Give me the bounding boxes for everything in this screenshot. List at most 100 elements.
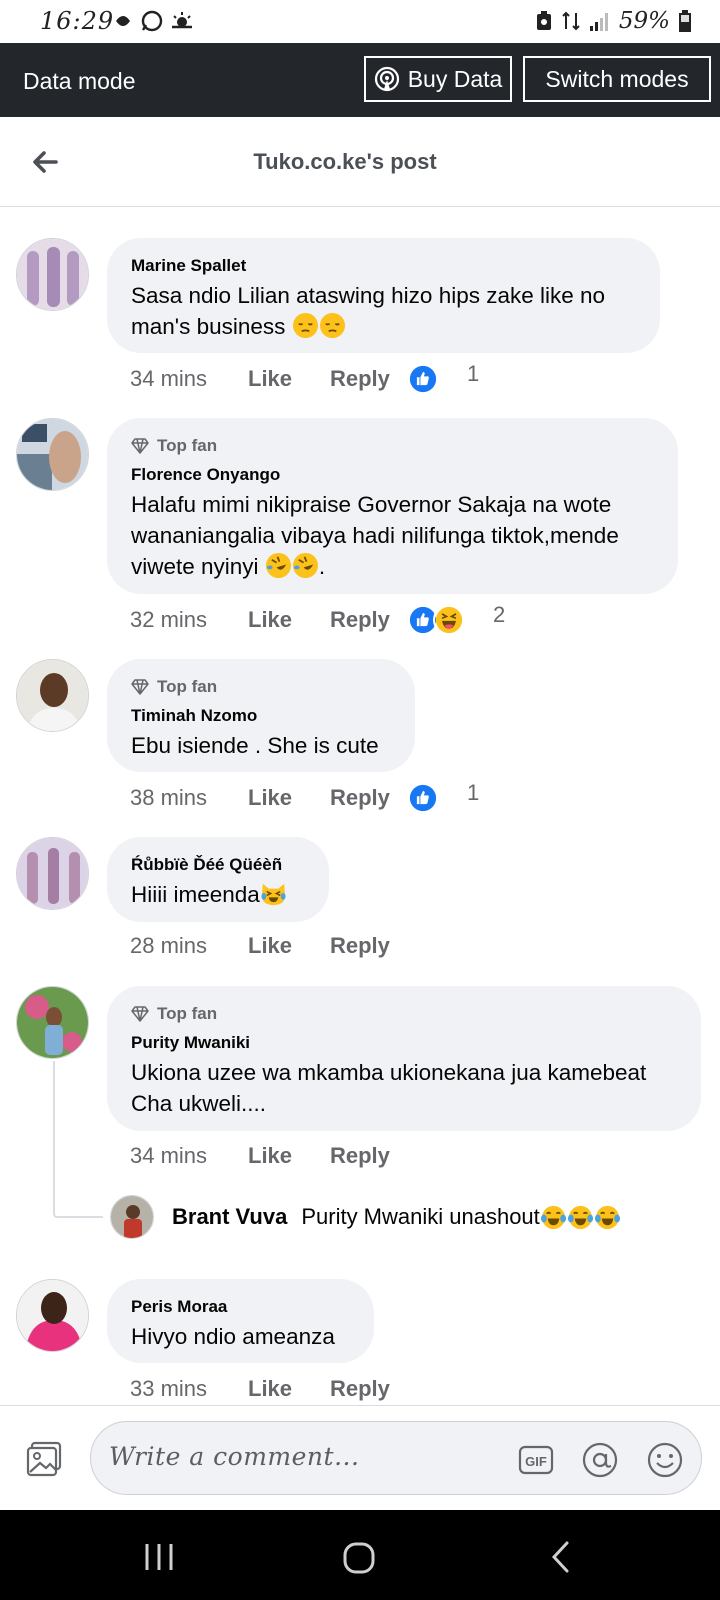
like-button[interactable]: Like xyxy=(248,1376,330,1402)
broadcast-icon xyxy=(374,66,399,92)
comment-time[interactable]: 28 mins xyxy=(130,933,248,959)
reply-button[interactable]: Reply xyxy=(330,366,408,392)
like-button[interactable]: Like xyxy=(248,933,330,959)
comment-author[interactable]: Timinah Nzomo xyxy=(131,705,391,726)
top-fan-badge: Top fan xyxy=(131,1003,677,1025)
comment-placeholder: Write a comment... xyxy=(109,1442,360,1471)
comment-author[interactable]: Purity Mwaniki xyxy=(131,1032,677,1053)
reply-thread-line xyxy=(53,1061,103,1218)
comment-text: Halafu mimi nikipraise Governor Sakaja n… xyxy=(131,489,654,582)
comment-bubble[interactable]: Top fan Purity Mwaniki Ukiona uzee wa mk… xyxy=(107,986,701,1131)
comment-author[interactable]: Marine Spallet xyxy=(131,255,636,276)
comment-time[interactable]: 38 mins xyxy=(130,785,248,811)
comment-meta: 28 mins Like Reply xyxy=(130,931,408,961)
battery-percentage: 59% xyxy=(618,8,670,34)
app-notification-icon xyxy=(116,16,130,26)
comments-list: Marine Spallet Sasa ndio Lilian ataswing… xyxy=(0,207,720,1405)
comment-text-line: Ukiona uzee wa mkamba ukionekana jua kam… xyxy=(131,1060,647,1085)
comment-bubble[interactable]: Peris Moraa Hivyo ndio ameanza xyxy=(107,1279,374,1363)
diamond-icon xyxy=(131,1006,149,1022)
comment-bubble[interactable]: Marine Spallet Sasa ndio Lilian ataswing… xyxy=(107,238,660,353)
comment-input[interactable]: Write a comment... GIF xyxy=(90,1421,702,1495)
pensive-face-icon xyxy=(292,312,318,339)
comment-text: Hiiii imeenda xyxy=(131,879,305,910)
reply-button[interactable]: Reply xyxy=(330,607,408,633)
like-button[interactable]: Like xyxy=(248,1143,330,1169)
status-notification-icons xyxy=(112,9,194,33)
battery-icon xyxy=(679,10,691,32)
reaction-count[interactable]: 1 xyxy=(467,780,479,806)
reply-button[interactable]: Reply xyxy=(330,785,408,811)
rolling-laughing-face-icon xyxy=(265,552,291,579)
tears-of-joy-face-icon xyxy=(567,1205,593,1229)
comment-author[interactable]: Ŕůbbïè Ďéé Qüéèñ xyxy=(131,854,305,875)
comment-text: Sasa ndio Lilian ataswing hizo hips zake… xyxy=(131,280,636,342)
avatar[interactable] xyxy=(16,418,89,491)
recent-apps-icon[interactable] xyxy=(142,1542,176,1572)
post-title: Tuko.co.ke's post xyxy=(253,149,437,174)
reply-button[interactable]: Reply xyxy=(330,933,408,959)
reply-avatar[interactable] xyxy=(110,1195,154,1239)
avatar[interactable] xyxy=(16,1279,89,1352)
reply-comment[interactable]: Brant Vuva Purity Mwaniki unashout xyxy=(172,1202,621,1232)
reaction-count[interactable]: 2 xyxy=(493,602,505,628)
avatar[interactable] xyxy=(16,238,89,311)
reaction-summary[interactable] xyxy=(407,782,439,814)
buy-data-button[interactable]: Buy Data xyxy=(364,56,512,102)
like-reaction-icon xyxy=(407,363,439,395)
top-fan-label: Top fan xyxy=(157,1004,218,1023)
whatsapp-icon xyxy=(141,10,163,32)
reply-button[interactable]: Reply xyxy=(330,1376,408,1402)
reaction-summary[interactable] xyxy=(407,363,439,395)
emoji-picker-icon[interactable] xyxy=(646,1441,684,1479)
like-reaction-icon xyxy=(407,782,439,814)
reply-author[interactable]: Brant Vuva xyxy=(172,1204,287,1230)
reaction-count[interactable]: 1 xyxy=(467,361,479,387)
avatar[interactable] xyxy=(16,837,89,910)
comment-text-line: viwete nyinyi . xyxy=(131,551,654,582)
top-fan-badge: Top fan xyxy=(131,676,391,698)
pensive-face-icon xyxy=(319,312,345,339)
data-mode-label: Data mode xyxy=(23,68,136,94)
comment-text-line: Halafu mimi nikipraise Governor Sakaja n… xyxy=(131,492,612,517)
avatar[interactable] xyxy=(16,659,89,732)
comment-text-content: Sasa ndio Lilian ataswing hizo hips zake… xyxy=(131,283,606,339)
comment-bubble[interactable]: Ŕůbbïè Ďéé Qüéèñ Hiiii imeenda xyxy=(107,837,329,922)
top-fan-badge: Top fan xyxy=(131,435,654,457)
avatar[interactable] xyxy=(16,986,89,1059)
comment-bubble[interactable]: Top fan Florence Onyango Halafu mimi nik… xyxy=(107,418,678,594)
signal-icon xyxy=(589,13,608,31)
diamond-icon xyxy=(131,679,149,695)
reaction-summary[interactable] xyxy=(407,604,465,636)
comment-time[interactable]: 34 mins xyxy=(130,366,248,392)
crying-laughing-cat-icon xyxy=(261,883,286,906)
comment-text: Ukiona uzee wa mkamba ukionekana jua kam… xyxy=(131,1057,677,1119)
home-icon[interactable] xyxy=(342,1541,376,1575)
gif-icon[interactable]: GIF xyxy=(518,1442,554,1478)
top-fan-label: Top fan xyxy=(157,436,218,455)
comment-time[interactable]: 32 mins xyxy=(130,607,248,633)
comment-time[interactable]: 33 mins xyxy=(130,1376,248,1402)
reply-button[interactable]: Reply xyxy=(330,1143,408,1169)
top-fan-label: Top fan xyxy=(157,677,218,696)
comment-time[interactable]: 34 mins xyxy=(130,1143,248,1169)
mention-icon[interactable] xyxy=(581,1441,619,1479)
gif-label: GIF xyxy=(525,1454,547,1469)
comment-bubble[interactable]: Top fan Timinah Nzomo Ebu isiende . She … xyxy=(107,659,415,772)
comment-text-fragment: viwete nyinyi xyxy=(131,554,259,579)
comment-meta: 32 mins Like Reply 2 xyxy=(130,602,505,636)
like-button[interactable]: Like xyxy=(248,785,330,811)
post-header: Tuko.co.ke's post xyxy=(0,117,720,207)
like-button[interactable]: Like xyxy=(248,366,330,392)
back-icon[interactable] xyxy=(548,1540,572,1574)
comment-meta: 33 mins Like Reply xyxy=(130,1374,408,1404)
comment-author[interactable]: Peris Moraa xyxy=(131,1296,350,1317)
like-button[interactable]: Like xyxy=(248,607,330,633)
comment-author[interactable]: Florence Onyango xyxy=(131,464,654,485)
tears-of-joy-face-icon xyxy=(540,1205,566,1229)
weather-icon xyxy=(172,12,192,29)
photo-icon[interactable] xyxy=(26,1441,62,1477)
status-time: 16:29 xyxy=(40,7,115,35)
status-bar: 16:29 59% xyxy=(0,0,720,43)
switch-modes-button[interactable]: Switch modes xyxy=(523,56,711,102)
